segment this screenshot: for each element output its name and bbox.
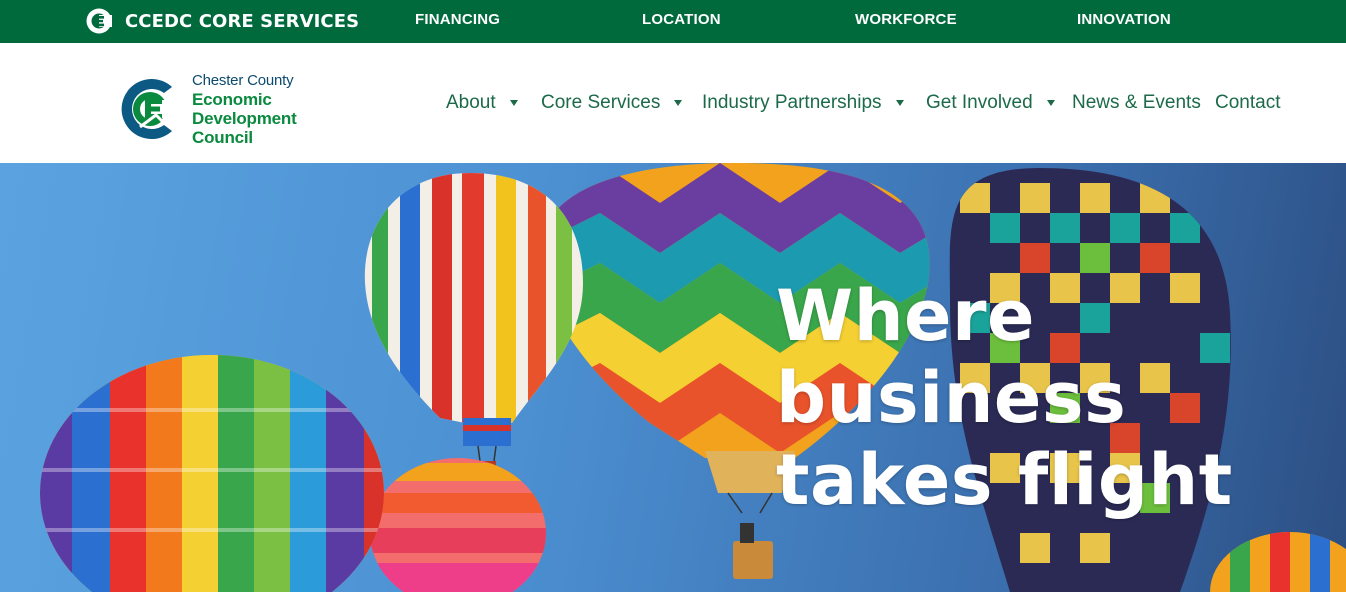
nav-label-about: About: [446, 92, 496, 113]
nav-label-industry-partnerships: Industry Partnerships: [702, 92, 882, 113]
logo-text-economic: Economic: [192, 90, 272, 109]
site-header: Chester County Economic Development Coun…: [0, 43, 1346, 163]
topbar-link-financing[interactable]: FINANCING: [415, 11, 500, 28]
caret-down-icon: [1046, 100, 1055, 106]
nav-label-get-involved: Get Involved: [926, 92, 1033, 113]
ccedc-logo-mark: [121, 79, 179, 139]
caret-down-icon: [509, 100, 518, 106]
core-services-brand-link[interactable]: CCEDC CORE SERVICES: [86, 4, 359, 38]
hero-banner: Where business takes flight: [0, 163, 1346, 592]
top-utility-bar: CCEDC CORE SERVICES FINANCING LOCATION W…: [0, 0, 1346, 43]
hero-headline-line1: Where: [776, 275, 1036, 357]
ccedc-monogram-icon: [86, 8, 112, 34]
nav-item-about[interactable]: About: [446, 92, 518, 114]
site-logo[interactable]: Chester County Economic Development Coun…: [114, 69, 314, 149]
topbar-link-location[interactable]: LOCATION: [642, 11, 721, 28]
nav-item-industry-partnerships[interactable]: Industry Partnerships: [702, 92, 904, 114]
nav-item-get-involved[interactable]: Get Involved: [926, 92, 1055, 114]
hero-headline-line2: business: [776, 357, 1127, 439]
nav-label-contact: Contact: [1215, 92, 1281, 113]
hero-headline: Where business takes flight: [776, 275, 1276, 521]
nav-item-core-services[interactable]: Core Services: [541, 92, 683, 114]
caret-down-icon: [674, 100, 683, 106]
nav-label-core-services: Core Services: [541, 92, 661, 113]
hero-headline-line3: takes flight: [776, 439, 1233, 521]
nav-item-contact[interactable]: Contact: [1215, 92, 1280, 114]
nav-label-news-events: News & Events: [1072, 92, 1201, 113]
topbar-link-innovation[interactable]: INNOVATION: [1077, 11, 1171, 28]
logo-text-council: Council: [192, 128, 253, 147]
core-services-label: CCEDC CORE SERVICES: [125, 10, 360, 32]
logo-text-development: Development: [192, 109, 297, 128]
nav-item-news-events[interactable]: News & Events: [1072, 92, 1201, 114]
topbar-link-workforce[interactable]: WORKFORCE: [855, 11, 957, 28]
caret-down-icon: [895, 100, 904, 106]
logo-text-chester-county: Chester County: [192, 72, 294, 89]
